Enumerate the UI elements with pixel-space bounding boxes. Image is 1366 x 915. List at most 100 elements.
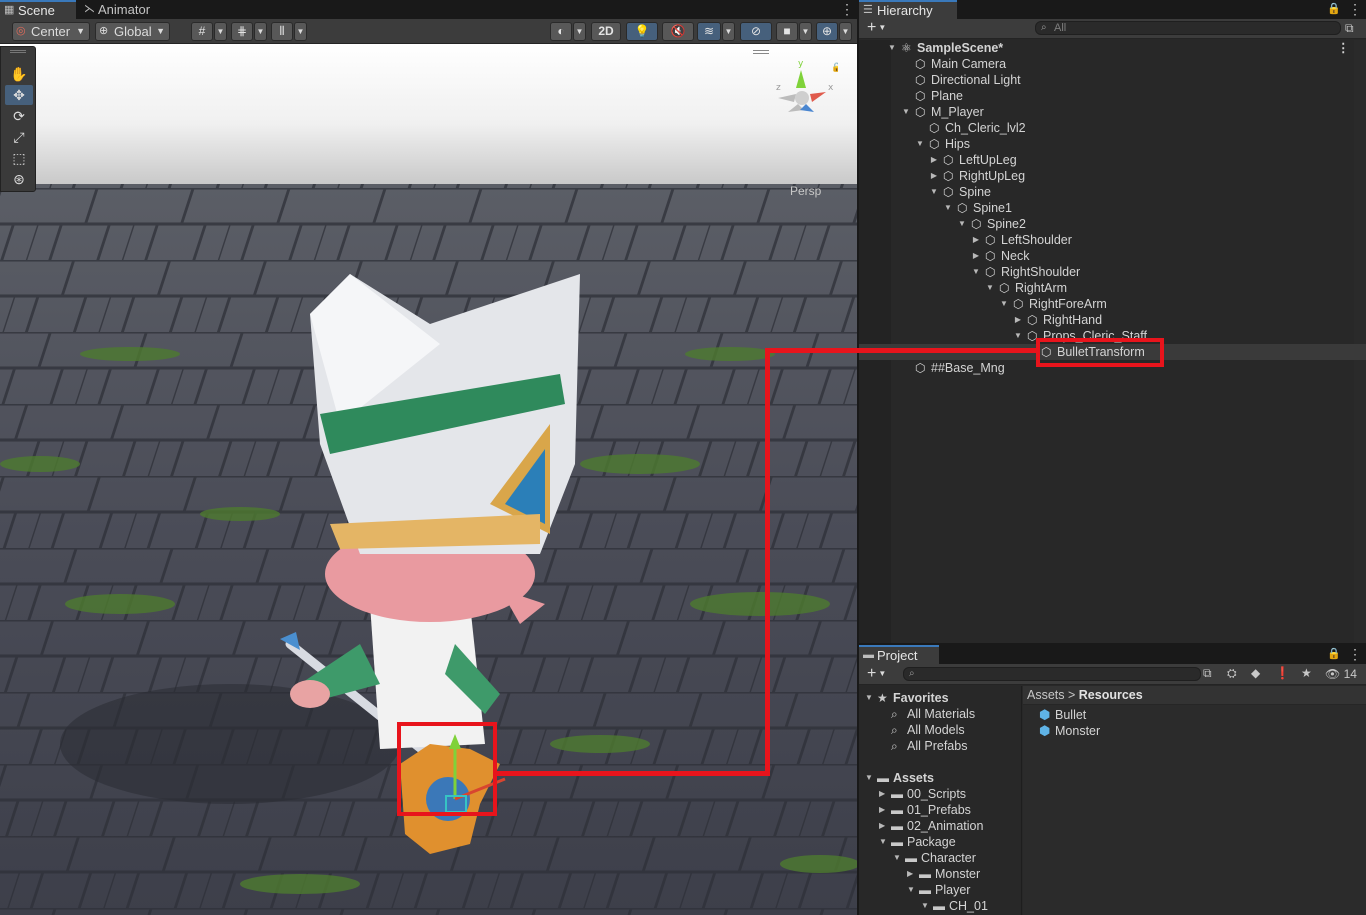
hierarchy-item[interactable]: ▼ ⬡ RightForeArm: [859, 296, 1366, 312]
project-menu-icon[interactable]: ⋮: [1348, 645, 1362, 664]
move-tool-icon[interactable]: ✥: [5, 85, 33, 105]
hidden-packages-toggle[interactable]: 👁 14: [1325, 667, 1357, 681]
hierarchy-item[interactable]: ▼ ⬡ Spine1: [859, 200, 1366, 216]
transform-tool-icon[interactable]: ⊛: [5, 169, 33, 189]
rect-tool-icon[interactable]: ⬚: [5, 148, 33, 168]
tab-hierarchy[interactable]: ☰ Hierarchy: [859, 0, 957, 19]
hierarchy-item[interactable]: ▼ ⬡ Hips: [859, 136, 1366, 152]
space-dropdown[interactable]: ⊕ Global ▼: [95, 22, 170, 41]
filter-by-type-icon[interactable]: ⛭: [1227, 666, 1237, 681]
lock-icon[interactable]: 🔒: [1327, 0, 1341, 19]
expanded-arrow-icon[interactable]: ▼: [985, 280, 995, 296]
tab-animator[interactable]: ⋋ Animator: [80, 0, 160, 19]
hierarchy-item[interactable]: ▼ ⚛ SampleScene* ⋮: [859, 40, 1366, 56]
collapsed-arrow-icon[interactable]: ▶: [971, 248, 981, 264]
expanded-arrow-icon[interactable]: ▼: [865, 690, 873, 706]
expanded-arrow-icon[interactable]: ▼: [957, 216, 967, 232]
project-tree-item[interactable]: ▶ ▬ 02_Animation: [859, 818, 1021, 834]
expanded-arrow-icon[interactable]: ▼: [865, 770, 873, 786]
project-tree-item[interactable]: ⌕ All Prefabs: [859, 738, 1021, 754]
expanded-arrow-icon[interactable]: ▼: [943, 200, 953, 216]
expanded-arrow-icon[interactable]: ▼: [893, 850, 901, 866]
project-tree-item[interactable]: ▼ ▬ Character: [859, 850, 1021, 866]
project-tree-item[interactable]: ▼ ▬ Player: [859, 882, 1021, 898]
chevron-down-icon[interactable]: ▼: [294, 22, 307, 41]
orientation-gizmo[interactable]: y z x 🔒: [768, 50, 838, 140]
scale-tool-icon[interactable]: ⤢: [5, 127, 33, 147]
expanded-arrow-icon[interactable]: ▼: [879, 834, 887, 850]
chevron-down-icon[interactable]: ▼: [254, 22, 267, 41]
grid-snap-icon[interactable]: #: [191, 22, 213, 41]
expanded-arrow-icon[interactable]: ▼: [921, 898, 929, 914]
search-options-icon[interactable]: ⧉: [1345, 21, 1354, 36]
camera-icon[interactable]: ■: [776, 22, 798, 41]
expanded-arrow-icon[interactable]: ▼: [929, 184, 939, 200]
add-object-icon[interactable]: + ▼: [867, 19, 886, 39]
search-by-type-icon[interactable]: ⧉: [1203, 666, 1212, 681]
project-tree-item[interactable]: ▼ ▬ Assets: [859, 770, 1021, 786]
hierarchy-item[interactable]: ▶ ⬡ LeftUpLeg: [859, 152, 1366, 168]
collapsed-arrow-icon[interactable]: ▶: [971, 232, 981, 248]
collapsed-arrow-icon[interactable]: ▶: [907, 866, 913, 882]
pivot-dropdown[interactable]: ◎ Center ▼: [12, 22, 90, 41]
chevron-down-icon[interactable]: ▼: [722, 22, 735, 41]
hierarchy-item[interactable]: ▶ ⬡ Neck: [859, 248, 1366, 264]
hierarchy-item[interactable]: ▶ ⬡ RightHand: [859, 312, 1366, 328]
collapsed-arrow-icon[interactable]: ▶: [929, 152, 939, 168]
gizmos-icon[interactable]: ⊕: [816, 22, 838, 41]
expanded-arrow-icon[interactable]: ▼: [901, 104, 911, 120]
tab-scene[interactable]: ▦ Scene: [0, 0, 76, 19]
tab-project[interactable]: ▬ Project: [859, 645, 939, 664]
expanded-arrow-icon[interactable]: ▼: [915, 136, 925, 152]
project-tree-item[interactable]: ▶ ▬ 00_Scripts: [859, 786, 1021, 802]
project-tree-item[interactable]: ▼ ★ Favorites: [859, 690, 1021, 706]
expanded-arrow-icon[interactable]: ▼: [907, 882, 915, 898]
audio-icon[interactable]: 🔇: [662, 22, 694, 41]
visibility-icon[interactable]: ⊘: [740, 22, 772, 41]
log-icon[interactable]: ❗: [1275, 666, 1290, 680]
effects-icon[interactable]: ≋: [697, 22, 721, 41]
filter-by-label-icon[interactable]: ◆: [1251, 666, 1260, 680]
expanded-arrow-icon[interactable]: ▼: [971, 264, 981, 280]
chevron-down-icon[interactable]: ▼: [573, 22, 586, 41]
hierarchy-item[interactable]: ▼ ⬡ M_Player: [859, 104, 1366, 120]
breadcrumb-assets[interactable]: Assets: [1027, 688, 1065, 702]
project-tree-item[interactable]: ⌕ All Materials: [859, 706, 1021, 722]
hierarchy-item[interactable]: ▶ ⬡ RightUpLeg: [859, 168, 1366, 184]
collapsed-arrow-icon[interactable]: ▶: [879, 802, 885, 818]
breadcrumb-resources[interactable]: Resources: [1079, 688, 1143, 702]
hierarchy-item[interactable]: ▼ ⬡ RightArm: [859, 280, 1366, 296]
project-tree-item[interactable]: ▼ ▬ Package: [859, 834, 1021, 850]
project-tree-item[interactable]: ▼ ▬ CH_01: [859, 898, 1021, 914]
asset-monster[interactable]: ⬢ Monster: [1039, 723, 1100, 739]
collapsed-arrow-icon[interactable]: ▶: [1013, 312, 1023, 328]
chevron-down-icon[interactable]: ▼: [799, 22, 812, 41]
lighting-icon[interactable]: 💡: [626, 22, 658, 41]
collapsed-arrow-icon[interactable]: ▶: [879, 818, 885, 834]
increment-snap-icon[interactable]: ⋕: [231, 22, 253, 41]
project-search-input[interactable]: ⌕: [903, 667, 1201, 681]
hierarchy-item[interactable]: ▼ ⬡ Spine2: [859, 216, 1366, 232]
project-tree-item[interactable]: ▶ ▬ 01_Prefabs: [859, 802, 1021, 818]
lock-icon[interactable]: 🔒: [1327, 645, 1341, 664]
expanded-arrow-icon[interactable]: ▼: [1013, 328, 1023, 344]
rotate-tool-icon[interactable]: ⟳: [5, 106, 33, 126]
collapsed-arrow-icon[interactable]: ▶: [929, 168, 939, 184]
hierarchy-item[interactable]: ⬡ Ch_Cleric_lvl2: [859, 120, 1366, 136]
tools-drag-handle[interactable]: [10, 50, 26, 53]
create-asset-icon[interactable]: + ▼: [867, 665, 886, 685]
project-tree-item[interactable]: ▶ ▬ Monster: [859, 866, 1021, 882]
hierarchy-item[interactable]: ▼ ⬡ Spine: [859, 184, 1366, 200]
chevron-down-icon[interactable]: ▼: [214, 22, 227, 41]
project-tree-item[interactable]: ⌕ All Models: [859, 722, 1021, 738]
shading-mode-icon[interactable]: ◐: [550, 22, 572, 41]
hand-tool-icon[interactable]: ✋: [5, 64, 33, 84]
align-icon[interactable]: ⦀: [271, 22, 293, 41]
projection-label[interactable]: Persp: [790, 184, 821, 198]
hierarchy-item[interactable]: ⬡ Directional Light: [859, 72, 1366, 88]
hierarchy-item[interactable]: ▶ ⬡ LeftShoulder: [859, 232, 1366, 248]
chevron-down-icon[interactable]: ▼: [839, 22, 852, 41]
overlay-drag-handle[interactable]: [753, 50, 769, 54]
asset-bullet[interactable]: ⬢ Bullet: [1039, 707, 1086, 723]
expanded-arrow-icon[interactable]: ▼: [999, 296, 1009, 312]
